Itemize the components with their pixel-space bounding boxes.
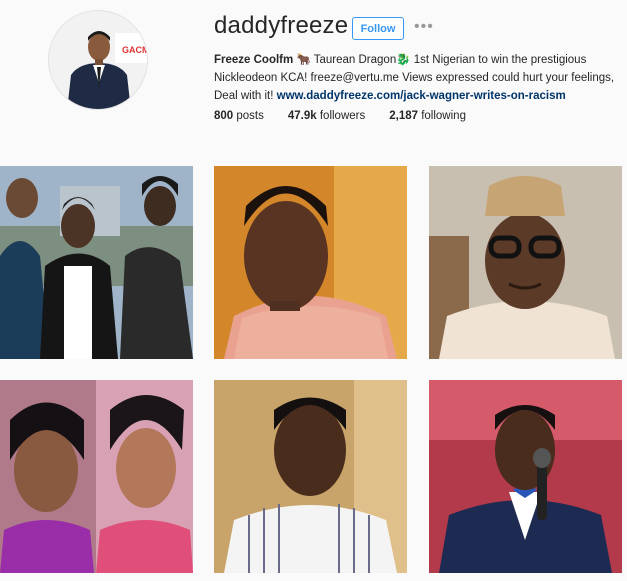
follow-button[interactable]: Follow [352,17,404,40]
profile-avatar: GACM [48,10,148,110]
profile-username: daddyfreeze [214,12,349,39]
posts-count: 800 [214,110,234,122]
photo-thumbnail[interactable] [429,166,622,359]
profile-stats: 800 posts 47.9k followers 2,187 followin… [214,110,490,122]
avatar-logo-text: GACM [122,45,148,55]
profile-bio: Freeze Coolfm 🐂 Taurean Dragon🐉 1st Nige… [214,51,619,105]
photo-thumbnail[interactable] [0,380,193,573]
more-options-icon[interactable]: ••• [414,19,434,35]
followers-label: followers [316,110,366,122]
photo-thumbnail[interactable] [214,380,407,573]
posts-label: posts [233,110,264,122]
following-stat[interactable]: 2,187 following [389,110,466,122]
following-label: following [418,110,466,122]
followers-stat[interactable]: 47.9k followers [288,110,365,122]
photo-thumbnail[interactable] [0,166,193,359]
following-count: 2,187 [389,110,419,122]
photo-thumbnail[interactable] [429,380,622,573]
followers-count: 47.9k [287,110,317,122]
posts-stat: 800 posts [214,110,264,122]
profile-full-name: Freeze Coolfm [214,54,294,66]
bio-website-link[interactable]: www.daddyfreeze.com/jack-wagner-writes-o… [277,90,566,102]
photo-thumbnail[interactable] [214,166,407,359]
